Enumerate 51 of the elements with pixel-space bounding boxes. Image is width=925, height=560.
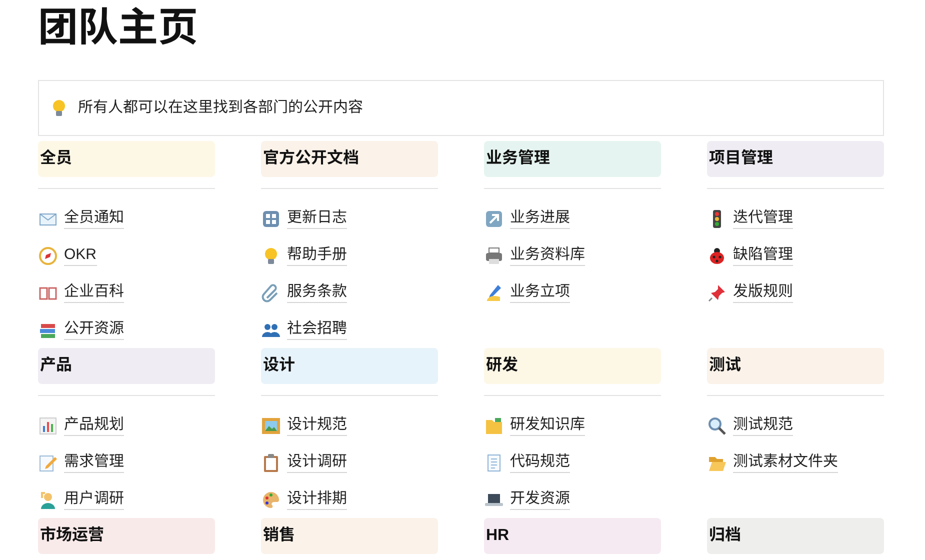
section-heading: HR [484,518,661,554]
bar-chart-icon [38,416,58,436]
section-heading: 研发 [484,348,661,384]
section-heading: 项目管理 [707,141,884,177]
page-link[interactable]: 发版规则 [733,282,794,303]
section-heading: 市场运营 [38,518,215,554]
ladybug-icon [707,246,727,266]
section-heading: 设计 [261,348,438,384]
page-link[interactable]: 设计排期 [287,489,348,510]
page-link[interactable]: 测试素材文件夹 [733,452,838,473]
page-link[interactable]: 服务条款 [287,282,348,303]
clipboard-icon [261,452,281,472]
section-heading: 测试 [707,348,884,384]
printer-icon [484,246,504,266]
page-link[interactable]: 迭代管理 [733,208,794,229]
page-link[interactable]: 公开资源 [64,319,124,340]
page-link[interactable]: 更新日志 [287,208,348,229]
section-heading: 业务管理 [484,141,661,177]
page-link[interactable]: OKR [64,245,97,266]
person-icon [38,490,58,510]
palette-icon [261,490,281,510]
search-icon [707,416,727,436]
page-link[interactable]: 代码规范 [510,452,570,473]
page-link[interactable]: 研发知识库 [510,415,586,436]
section-heading: 归档 [707,518,884,554]
callout-text: 所有人都可以在这里找到各部门的公开内容 [78,98,364,118]
page-link[interactable]: 测试规范 [733,415,794,436]
section-heading: 产品 [38,348,215,384]
section-heading: 销售 [261,518,438,554]
section-heading: 官方公开文档 [261,141,438,177]
section-heading: 全员 [38,141,215,177]
page-link[interactable]: 全员通知 [64,208,124,229]
pushpin-icon [707,282,727,302]
page-link[interactable]: 业务资料库 [510,245,586,266]
page-link[interactable]: 产品规划 [64,415,124,436]
memo-icon [38,452,58,472]
page-link[interactable]: 业务进展 [510,208,570,229]
page-link[interactable]: 缺陷管理 [733,245,794,266]
page-link[interactable]: 开发资源 [510,489,570,510]
folder-icon [484,416,504,436]
framed-picture-icon [261,416,281,436]
page-link[interactable]: 设计规范 [287,415,348,436]
page-link[interactable]: 用户调研 [64,489,124,510]
page-link[interactable]: 需求管理 [64,452,124,473]
compass-icon [38,246,58,266]
page-link[interactable]: 帮助手册 [287,245,348,266]
page-link[interactable]: 企业百科 [64,282,124,303]
page-title: 团队主页 [38,8,199,48]
page-link[interactable]: 业务立项 [510,282,570,303]
page-link[interactable]: 社会招聘 [287,319,348,340]
page-link[interactable]: 设计调研 [287,452,348,473]
